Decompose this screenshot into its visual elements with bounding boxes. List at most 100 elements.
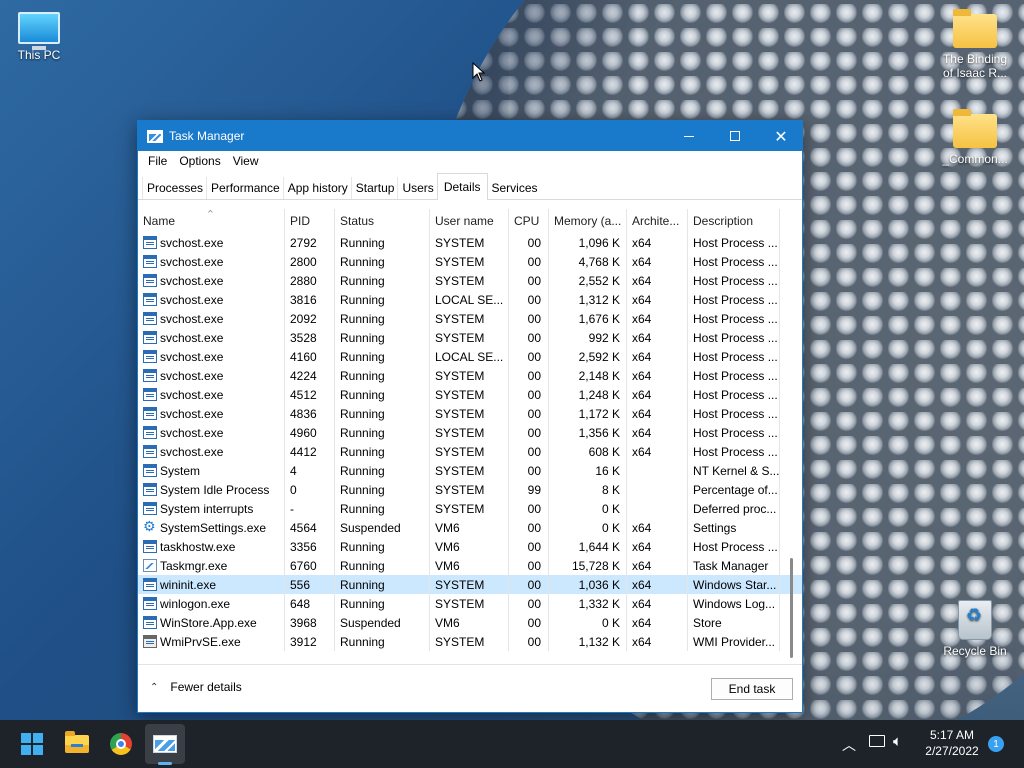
cell-pid: 2092 bbox=[285, 309, 335, 328]
service-icon bbox=[143, 445, 157, 458]
notification-badge[interactable]: 1 bbox=[988, 736, 1004, 752]
process-icon bbox=[143, 540, 157, 553]
column-header-user-name[interactable]: User name bbox=[430, 209, 509, 233]
cell-user: SYSTEM bbox=[430, 594, 509, 613]
cell-arch: x64 bbox=[627, 594, 688, 613]
task-manager-icon bbox=[153, 735, 177, 753]
cell-user: SYSTEM bbox=[430, 480, 509, 499]
scrollbar-thumb[interactable] bbox=[790, 558, 793, 658]
service-icon bbox=[143, 407, 157, 420]
table-row[interactable]: svchost.exe 2800 Running SYSTEM 00 4,768 Kx64… bbox=[138, 252, 802, 271]
desktop-icon-binding-of-isaac[interactable]: The Binding of Isaac R... bbox=[933, 9, 1017, 80]
desktop-icon-recycle-bin[interactable]: Recycle Bin bbox=[933, 600, 1017, 658]
column-header-memory[interactable]: Memory (a... bbox=[549, 209, 627, 233]
table-row[interactable]: svchost.exe 4960 Running SYSTEM 00 1,356 Kx64… bbox=[138, 423, 802, 442]
table-row[interactable]: svchost.exe 3528 Running SYSTEM 00 992 Kx64 Ho… bbox=[138, 328, 802, 347]
minimize-button[interactable] bbox=[666, 121, 712, 151]
maximize-button[interactable] bbox=[712, 121, 758, 151]
cell-name: svchost.exe bbox=[138, 328, 285, 347]
network-icon[interactable] bbox=[869, 735, 885, 747]
end-task-button[interactable]: End task bbox=[711, 678, 793, 700]
cell-pid: 0 bbox=[285, 480, 335, 499]
tab-details[interactable]: Details bbox=[436, 173, 488, 200]
table-row[interactable]: System interrupts - Running SYSTEM 00 0 K Defe… bbox=[138, 499, 802, 518]
close-icon: ✕ bbox=[774, 126, 788, 146]
cell-name: svchost.exe bbox=[138, 442, 285, 461]
column-header-pid[interactable]: PID bbox=[285, 209, 335, 233]
tab-performance[interactable]: Performance bbox=[206, 177, 284, 199]
start-button[interactable] bbox=[12, 724, 52, 764]
show-hidden-icons-chevron-icon[interactable]: ︿ bbox=[842, 735, 856, 755]
table-row[interactable]: Taskmgr.exe 6760 Running VM6 00 15,728 Kx64 Ta… bbox=[138, 556, 802, 575]
desktop-icon-this-pc[interactable]: This PC bbox=[0, 12, 81, 62]
fewer-details-button[interactable]: ⌃ Fewer details bbox=[150, 680, 242, 694]
cell-user: VM6 bbox=[430, 537, 509, 556]
table-row[interactable]: svchost.exe 2092 Running SYSTEM 00 1,676 Kx64… bbox=[138, 309, 802, 328]
table-row[interactable]: winlogon.exe 648 Running SYSTEM 00 1,332 Kx64… bbox=[138, 594, 802, 613]
table-row[interactable]: taskhostw.exe 3356 Running VM6 00 1,644 Kx64 H… bbox=[138, 537, 802, 556]
cell-status: Running bbox=[335, 575, 430, 594]
title-bar[interactable]: Task Manager ✕ bbox=[138, 121, 802, 151]
cell-arch bbox=[627, 499, 688, 518]
column-header-status[interactable]: Status bbox=[335, 209, 430, 233]
taskbar-task-manager[interactable] bbox=[145, 724, 185, 764]
cell-user: SYSTEM bbox=[430, 404, 509, 423]
cell-pid: 3816 bbox=[285, 290, 335, 309]
table-row[interactable]: WinStore.App.exe 3968 Suspended VM6 00 0 Kx64… bbox=[138, 613, 802, 632]
table-row[interactable]: WmiPrvSE.exe 3912 Running SYSTEM 00 1,132 Kx6… bbox=[138, 632, 802, 651]
taskbar-chrome[interactable] bbox=[101, 724, 141, 764]
cell-cpu: 00 bbox=[509, 328, 549, 347]
menu-view[interactable]: View bbox=[227, 154, 265, 168]
table-row[interactable]: System 4 Running SYSTEM 00 16 K NT Kernel & S.… bbox=[138, 461, 802, 480]
table-row[interactable]: svchost.exe 4224 Running SYSTEM 00 2,148 Kx64… bbox=[138, 366, 802, 385]
service-icon bbox=[143, 255, 157, 268]
table-row[interactable]: svchost.exe 4836 Running SYSTEM 00 1,172 Kx64… bbox=[138, 404, 802, 423]
table-row[interactable]: svchost.exe 3816 Running LOCAL SE... 00 1,312… bbox=[138, 290, 802, 309]
close-button[interactable]: ✕ bbox=[758, 121, 804, 151]
volume-icon[interactable]: 🔈︎ bbox=[893, 732, 902, 750]
cell-desc: Store bbox=[688, 613, 780, 632]
cell-mem: 2,552 K bbox=[549, 271, 627, 290]
cell-cpu: 00 bbox=[509, 347, 549, 366]
table-row[interactable]: wininit.exe 556 Running SYSTEM 00 1,036 Kx64 W… bbox=[138, 575, 802, 594]
taskbar-clock[interactable]: 5:17 AM 2/27/2022 bbox=[918, 727, 986, 759]
column-header-description[interactable]: Description bbox=[688, 209, 780, 233]
table-row[interactable]: svchost.exe 2880 Running SYSTEM 00 2,552 Kx64… bbox=[138, 271, 802, 290]
process-name: wininit.exe bbox=[160, 577, 217, 592]
table-row[interactable]: svchost.exe 4412 Running SYSTEM 00 608 Kx64 Ho… bbox=[138, 442, 802, 461]
cell-arch: x64 bbox=[627, 252, 688, 271]
cell-status: Running bbox=[335, 328, 430, 347]
table-row[interactable]: System Idle Process 0 Running SYSTEM 99 8 K Pe… bbox=[138, 480, 802, 499]
table-row[interactable]: svchost.exe 4512 Running SYSTEM 00 1,248 Kx64… bbox=[138, 385, 802, 404]
cell-mem: 1,248 K bbox=[549, 385, 627, 404]
service-icon bbox=[143, 426, 157, 439]
cell-arch: x64 bbox=[627, 366, 688, 385]
tab-processes[interactable]: Processes bbox=[142, 177, 208, 199]
tab-startup[interactable]: Startup bbox=[350, 177, 399, 199]
desktop-icon-common[interactable]: _Common... bbox=[933, 109, 1017, 166]
cell-cpu: 00 bbox=[509, 499, 549, 518]
cell-desc: Host Process ... bbox=[688, 233, 780, 252]
details-table: Name ^ PID Status User name CPU Memory (a… bbox=[138, 209, 802, 664]
cell-arch: x64 bbox=[627, 309, 688, 328]
table-row[interactable]: svchost.exe 4160 Running LOCAL SE... 00 2,592… bbox=[138, 347, 802, 366]
tab-app-history[interactable]: App history bbox=[282, 177, 352, 199]
menu-file[interactable]: File bbox=[142, 154, 173, 168]
column-header-cpu[interactable]: CPU bbox=[509, 209, 549, 233]
cell-cpu: 00 bbox=[509, 385, 549, 404]
table-row[interactable]: ⚙ SystemSettings.exe 4564 Suspended VM6 00 0 K… bbox=[138, 518, 802, 537]
tab-users[interactable]: Users bbox=[397, 177, 438, 199]
cell-arch: x64 bbox=[627, 328, 688, 347]
table-row[interactable]: svchost.exe 2792 Running SYSTEM 00 1,096 Kx64… bbox=[138, 233, 802, 252]
cell-status: Running bbox=[335, 537, 430, 556]
column-header-name[interactable]: Name ^ bbox=[138, 209, 285, 233]
vertical-scrollbar[interactable] bbox=[786, 233, 798, 664]
column-header-architecture[interactable]: Archite... bbox=[627, 209, 688, 233]
tab-services[interactable]: Services bbox=[486, 177, 542, 199]
cell-desc: Host Process ... bbox=[688, 423, 780, 442]
cell-arch bbox=[627, 461, 688, 480]
cell-mem: 1,312 K bbox=[549, 290, 627, 309]
taskbar-file-explorer[interactable] bbox=[57, 724, 97, 764]
cell-user: SYSTEM bbox=[430, 442, 509, 461]
menu-options[interactable]: Options bbox=[173, 154, 226, 168]
